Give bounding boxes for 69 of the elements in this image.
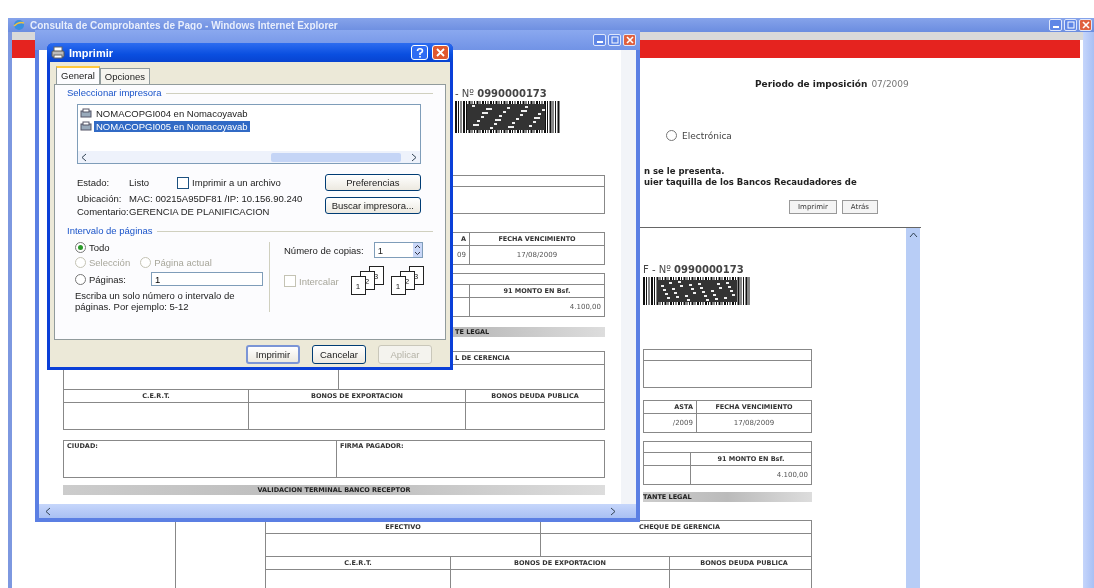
scrollbar[interactable] (39, 504, 636, 518)
scroll-right-icon[interactable] (610, 506, 616, 516)
help-icon (415, 47, 424, 58)
printer-item[interactable]: NOMACOPGI004 en Nomacoyavab (80, 107, 418, 120)
radio-label: Electrónica (682, 130, 732, 141)
maximize-icon (610, 36, 619, 44)
help-button[interactable] (411, 45, 428, 60)
pages-field[interactable]: 1 (151, 272, 263, 286)
spinner-icon[interactable] (412, 244, 422, 256)
notice-text: uier taquilla de los Bancos Recaudadores de (644, 177, 858, 188)
scrollbar[interactable] (1083, 32, 1094, 588)
close-button[interactable] (1079, 19, 1092, 31)
checkbox[interactable] (177, 176, 190, 189)
radio-button[interactable] (666, 130, 677, 141)
group-label: Seleccionar impresora (67, 87, 166, 98)
print-button[interactable]: Imprimir (246, 345, 300, 364)
printer-item[interactable]: NOMACOPGI005 en Nomacoyavab (80, 120, 418, 133)
radio-label: Página actual (154, 257, 212, 268)
document-number: - Nº 0990000173 (455, 88, 548, 99)
scroll-left-icon[interactable] (81, 152, 87, 162)
preferences-button[interactable]: Preferencias (324, 174, 421, 191)
printer-list[interactable]: NOMACOPGI004 en Nomacoyavab NOMACOPGI005 en Nomacoyavab (77, 104, 421, 164)
close-button[interactable] (623, 34, 636, 46)
dialog-title: Imprimir (69, 46, 113, 59)
checkbox-label: Intercalar (299, 275, 339, 287)
printer-icon (80, 121, 92, 132)
minimize-button[interactable] (1049, 19, 1062, 31)
radio-label: Páginas: (89, 273, 126, 285)
maximize-button[interactable] (608, 34, 621, 46)
period-label: Periodo de imposición (755, 79, 868, 89)
scroll-left-icon[interactable] (45, 506, 51, 516)
checkbox-label: Imprimir a un archivo (192, 177, 281, 188)
window-title: Consulta de Comprobantes de Pago - Windows Internet Explorer (30, 19, 338, 31)
hint-text: Escriba un solo número o intervalo de páginas. Por ejemplo: 5-12 (75, 290, 236, 312)
radio-label: Selección (89, 257, 131, 268)
radio-label: Todo (89, 242, 110, 253)
printer-icon (80, 108, 92, 119)
cancel-button[interactable]: Cancelar (312, 345, 366, 364)
close-icon (625, 36, 634, 44)
radio-button[interactable] (75, 273, 86, 285)
browser-icon (13, 19, 25, 31)
close-icon (436, 48, 445, 57)
field-value: MAC: 00215A95DF81 /IP: 10.156.90.240 (129, 193, 304, 204)
scrollbar[interactable] (621, 50, 636, 504)
field-label: Estado: (77, 177, 111, 188)
scroll-right-icon[interactable] (411, 152, 417, 162)
maximize-icon (1066, 21, 1075, 29)
period-value: 07/2009 (871, 79, 909, 89)
scrollbar[interactable] (906, 228, 920, 588)
printer-icon (51, 46, 65, 59)
scroll-up-icon[interactable] (908, 232, 918, 238)
notice-text: n se le presenta. (644, 166, 726, 177)
copies-field[interactable]: 1 (373, 242, 423, 258)
minimize-button[interactable] (593, 34, 606, 46)
radio-button[interactable] (75, 242, 86, 253)
table-cell (643, 465, 691, 485)
field-label: Ubicación: (77, 193, 123, 204)
table-cell (643, 452, 691, 466)
field-label: Comentario: (77, 206, 129, 217)
close-icon (1081, 21, 1090, 29)
field-value: GERENCIA DE PLANIFICACION (129, 206, 271, 217)
tab[interactable]: General (56, 66, 100, 84)
field-value: Listo (129, 177, 150, 188)
scroll-thumb[interactable] (271, 152, 401, 162)
document-number: F - Nº 0990000173 (643, 264, 745, 275)
find-printer-button[interactable]: Buscar impresora... (324, 196, 421, 214)
tab[interactable]: Opciones (99, 68, 150, 84)
maximize-button[interactable] (1064, 19, 1077, 31)
group-label: Intervalo de páginas (67, 225, 157, 236)
